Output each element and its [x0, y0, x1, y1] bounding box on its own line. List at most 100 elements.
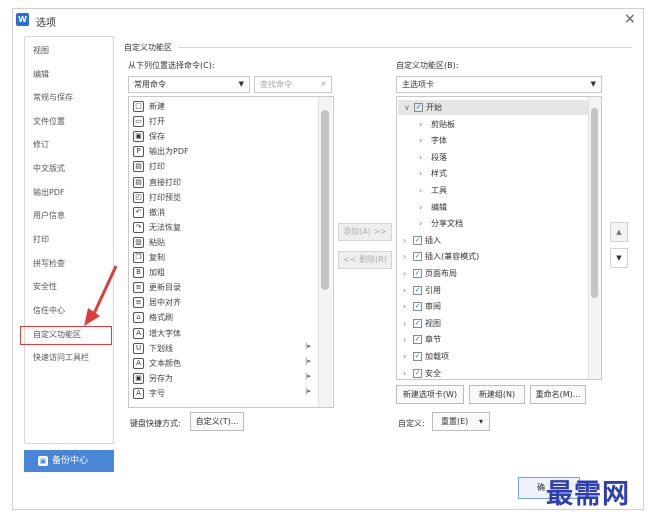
- move-up-button[interactable]: ▲: [610, 222, 628, 242]
- tab-checkbox[interactable]: ✓: [413, 235, 422, 245]
- tab-checkbox[interactable]: ✓: [413, 252, 422, 262]
- ribbon-tab-node[interactable]: ∨ ✓ 开始: [398, 100, 588, 115]
- tab-checkbox[interactable]: ✓: [413, 352, 422, 361]
- tab-checkbox[interactable]: ✓: [413, 285, 422, 295]
- chevron-right-icon[interactable]: ›: [419, 117, 429, 132]
- command-item[interactable]: □ 新建: [133, 99, 165, 114]
- ribbon-tab-node[interactable]: › ✓ 页面布局: [397, 266, 457, 281]
- chevron-right-icon[interactable]: ›: [403, 233, 413, 248]
- ribbon-tab-node[interactable]: › ✓ 插入(兼容模式): [397, 249, 479, 264]
- tab-checkbox[interactable]: ✓: [413, 302, 422, 312]
- ribbon-tree[interactable]: ∨ ✓ 开始 › 剪贴板 › 字体 › 段落 › 样式 › 工具 › 编辑 › 分享文档 › ✓ 插入 › ✓ 插入(兼容模…: [396, 96, 602, 380]
- command-item[interactable]: ▤ 打印: [133, 159, 165, 174]
- chevron-right-icon[interactable]: ›: [403, 249, 413, 264]
- sidebar-item[interactable]: 快速访问工具栏: [33, 352, 89, 363]
- new-tab-button[interactable]: 新建选项卡(W): [396, 385, 464, 404]
- sidebar-item[interactable]: 修订: [33, 139, 49, 150]
- add-button[interactable]: 添加(A) >>: [338, 223, 392, 241]
- search-command-input[interactable]: 查找命令 ⌕: [254, 76, 332, 93]
- command-list-scroll-thumb[interactable]: [321, 110, 329, 290]
- command-item[interactable]: ↶ 撤消: [133, 205, 165, 220]
- command-item[interactable]: ▤ 直接打印: [133, 175, 181, 190]
- tab-checkbox[interactable]: ✓: [413, 269, 422, 278]
- command-item[interactable]: ↷ 无法恢复: [133, 220, 181, 235]
- chevron-right-icon[interactable]: ›: [403, 266, 413, 281]
- node-label: 编辑: [431, 202, 447, 212]
- sidebar-item[interactable]: 中文版式: [33, 163, 65, 174]
- chevron-right-icon[interactable]: ›: [403, 332, 413, 347]
- tab-checkbox[interactable]: ✓: [414, 103, 423, 112]
- ribbon-group-node[interactable]: › 段落: [397, 150, 447, 165]
- command-list[interactable]: □ 新建 ▭ 打开 ▣ 保存 P 输出为PDF ▤ 打印 ▤ 直接打印 ◰ 打印预览 ↶ 撤消 ↷ 无法恢复 ▥ 粘贴…: [128, 96, 334, 408]
- command-item[interactable]: ▭ 打开: [133, 114, 165, 129]
- command-item[interactable]: ≡ 居中对齐: [133, 295, 181, 310]
- command-item[interactable]: ▣ 另存为: [133, 371, 173, 386]
- sidebar-item[interactable]: 拼写检查: [33, 258, 65, 269]
- sidebar-item[interactable]: 打印: [33, 234, 49, 245]
- chevron-right-icon[interactable]: ›: [403, 299, 413, 314]
- chevron-right-icon[interactable]: ›: [403, 366, 413, 379]
- chevron-right-icon[interactable]: ›: [419, 150, 429, 165]
- chevron-right-icon[interactable]: ›: [419, 166, 429, 181]
- sidebar-item[interactable]: 信任中心: [33, 305, 65, 316]
- ribbon-group-node[interactable]: › 字体: [397, 133, 447, 148]
- sidebar-item[interactable]: 视图: [33, 45, 49, 56]
- ribbon-tab-node[interactable]: › ✓ 安全: [397, 366, 441, 379]
- ribbon-group-node[interactable]: › 工具: [397, 183, 447, 198]
- chevron-right-icon[interactable]: ›: [403, 283, 413, 298]
- sidebar-item[interactable]: 输出PDF: [33, 187, 65, 198]
- reset-button[interactable]: 重置(E) ▾: [432, 412, 490, 431]
- chevron-right-icon[interactable]: ›: [403, 316, 413, 331]
- command-item[interactable]: P 输出为PDF: [133, 144, 189, 159]
- chevron-right-icon[interactable]: ›: [419, 200, 429, 215]
- close-icon[interactable]: ×: [624, 11, 636, 27]
- rename-button[interactable]: 重命名(M)...: [530, 385, 586, 404]
- ribbon-tab-node[interactable]: › ✓ 审阅: [397, 299, 441, 314]
- backup-center-button[interactable]: ▣ 备份中心: [24, 450, 114, 472]
- chevron-right-icon[interactable]: ›: [419, 183, 429, 198]
- chevron-right-icon[interactable]: ›: [419, 216, 429, 231]
- ribbon-tabs-select[interactable]: 主选项卡 ▼: [396, 76, 602, 93]
- tab-checkbox[interactable]: ✓: [413, 368, 422, 378]
- ribbon-tab-node[interactable]: › ✓ 加载项: [397, 349, 449, 364]
- ribbon-group-node[interactable]: › 样式: [397, 166, 447, 181]
- ribbon-tab-node[interactable]: › ✓ 引用: [397, 283, 441, 298]
- sidebar-item[interactable]: 用户信息: [33, 210, 65, 221]
- command-item[interactable]: A 文本颜色: [133, 356, 181, 371]
- tab-checkbox[interactable]: ✓: [413, 318, 422, 328]
- ribbon-tab-node[interactable]: › ✓ 章节: [397, 332, 441, 347]
- command-item[interactable]: ▥ 粘贴: [133, 235, 165, 250]
- tab-checkbox[interactable]: ✓: [413, 335, 422, 345]
- command-item[interactable]: ▣ 保存: [133, 129, 165, 144]
- sidebar-item[interactable]: 安全性: [33, 281, 57, 292]
- command-item[interactable]: B 加粗: [133, 265, 165, 280]
- submenu-arrow-icon: |▸: [305, 386, 311, 395]
- chevron-down-icon[interactable]: ∨: [404, 100, 414, 115]
- move-down-button[interactable]: ▼: [610, 248, 628, 268]
- command-item[interactable]: ❐ 复制: [133, 250, 165, 265]
- sidebar-item[interactable]: 编辑: [33, 69, 49, 80]
- print-preview-icon: ◰: [133, 191, 144, 203]
- command-item[interactable]: ◰ 打印预览: [133, 190, 181, 205]
- ribbon-tree-scroll-thumb[interactable]: [591, 108, 598, 298]
- sidebar-item[interactable]: 常规与保存: [33, 92, 73, 103]
- ribbon-group-node[interactable]: › 剪贴板: [397, 117, 455, 132]
- red-arrow-annotation: [84, 265, 118, 326]
- ribbon-group-node[interactable]: › 编辑: [397, 200, 447, 215]
- command-item[interactable]: ≡ 更新目录: [133, 280, 181, 295]
- command-source-select[interactable]: 常用命令 ▼: [128, 76, 250, 93]
- command-item[interactable]: ⌂ 格式刷: [133, 310, 173, 325]
- chevron-right-icon[interactable]: ›: [419, 133, 429, 148]
- ribbon-group-node[interactable]: › 分享文档: [397, 216, 463, 231]
- command-item[interactable]: A 增大字体: [133, 326, 181, 341]
- remove-button[interactable]: << 删除(R): [338, 251, 392, 269]
- ribbon-tab-node[interactable]: › ✓ 插入: [397, 233, 441, 248]
- new-group-button[interactable]: 新建组(N): [469, 385, 525, 404]
- sidebar-item[interactable]: 文件位置: [33, 116, 65, 127]
- command-item[interactable]: U 下划线: [133, 341, 173, 356]
- ribbon-tabs-value: 主选项卡: [402, 80, 434, 89]
- chevron-right-icon[interactable]: ›: [403, 349, 413, 364]
- keyboard-customize-button[interactable]: 自定义(T)...: [190, 412, 244, 431]
- ribbon-tab-node[interactable]: › ✓ 视图: [397, 316, 441, 331]
- command-item[interactable]: A 字号: [133, 386, 165, 401]
